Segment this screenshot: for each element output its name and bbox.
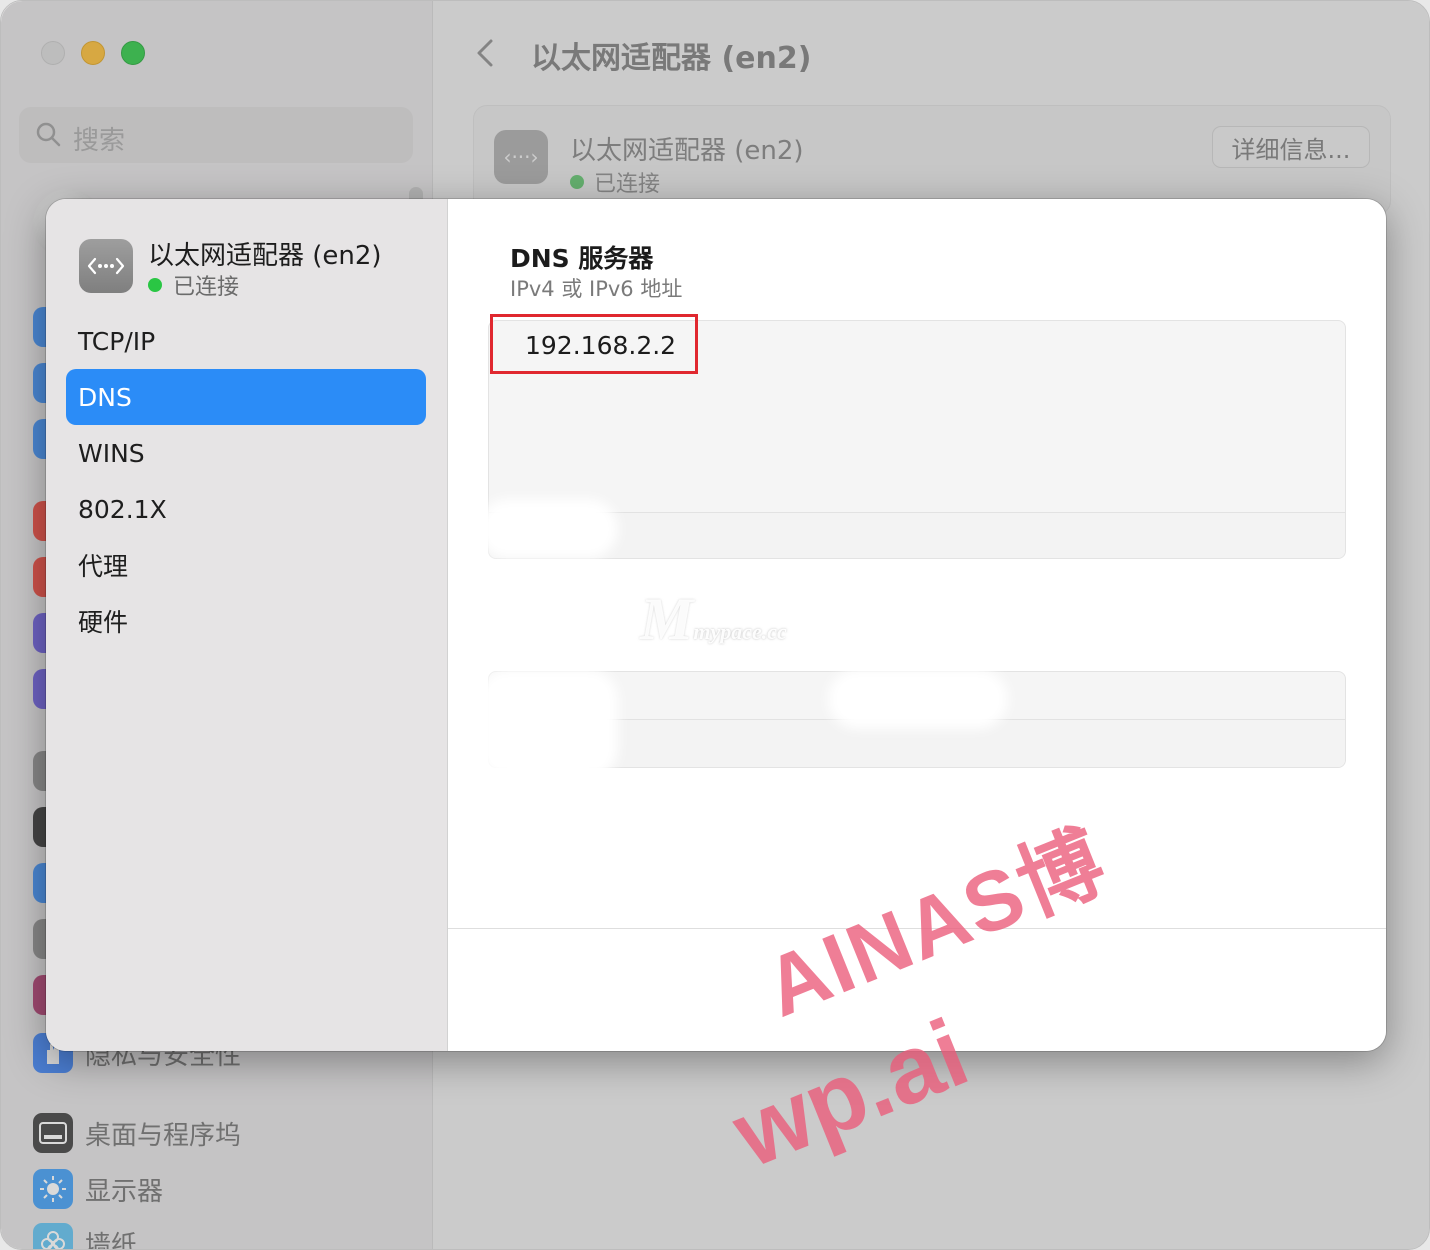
watermark-logo: Mmypace.cc [640,585,787,654]
sheet-tab-dns[interactable]: DNS [66,369,426,425]
dns-section-subtitle: IPv4 或 IPv6 地址 [510,277,683,301]
adapter-status: 已连接 [148,269,239,301]
sheet-tab-wins[interactable]: WINS [66,425,426,481]
sheet-tab-tcpip[interactable]: TCP/IP [66,313,426,369]
dns-section-title: DNS 服务器 [510,244,654,273]
watermark-logo-letter: M [640,586,694,652]
watermark-logo-sub: mypace.cc [693,619,787,644]
status-dot-icon [148,278,162,292]
ethernet-icon [79,239,133,293]
watermark-smudge [478,499,618,559]
watermark-smudge [828,669,1008,729]
watermark-smudge [478,669,618,779]
highlight-box [490,314,698,374]
sheet-tab-proxy[interactable]: 代理 [66,537,426,593]
status-text: 已连接 [173,275,240,300]
sheet-tab-hardware[interactable]: 硬件 [66,593,426,649]
sheet-tab-8021x[interactable]: 802.1X [66,481,426,537]
adapter-name: 以太网适配器 (en2) [148,241,382,271]
sheet-sidebar: 以太网适配器 (en2) 已连接 TCP/IP DNS WINS 802.1X … [46,199,448,1051]
